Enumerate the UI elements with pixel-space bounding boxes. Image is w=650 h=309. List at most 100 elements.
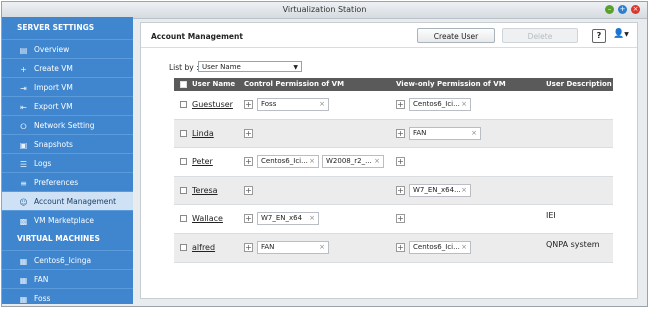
remove-tag-icon[interactable]: × <box>319 99 325 110</box>
vm-tag-label: FAN <box>261 242 275 251</box>
remove-tag-icon[interactable]: × <box>461 242 467 253</box>
add-permission-icon[interactable]: + <box>244 185 253 195</box>
list-by-value: User Name <box>202 63 241 71</box>
table-header: User Name Control Permission of VM View-… <box>174 78 613 91</box>
sidebar-item[interactable]: ⇤ Export VM <box>2 96 133 115</box>
sidebar-item-label: Snapshots <box>34 140 73 149</box>
chevron-down-icon: ▼ <box>293 64 298 71</box>
sidebar-item[interactable]: ☺ Account Management <box>2 191 133 210</box>
sidebar-item-label: Centos6_Icinga <box>34 256 92 265</box>
sidebar-item[interactable]: + Create VM <box>2 58 133 77</box>
sidebar-item-label: Export VM <box>34 102 73 111</box>
user-menu-button[interactable]: 👤▼ <box>613 29 629 39</box>
sidebar: SERVER SETTINGS ▤ Overview + Create VM ⇥ Impor… <box>2 17 133 304</box>
sidebar-item-label: Import VM <box>34 83 73 92</box>
add-permission-icon[interactable]: + <box>396 100 405 109</box>
delete-button[interactable]: Delete <box>502 28 578 43</box>
user-name-link[interactable]: Teresa <box>192 186 218 195</box>
vm-tag: Centos6_Ici... × <box>409 240 471 254</box>
sidebar-item[interactable]: ▤ Overview <box>2 39 133 58</box>
row-checkbox[interactable] <box>180 215 187 223</box>
sidebar-item-label: VM Marketplace <box>34 216 94 225</box>
add-permission-icon[interactable]: + <box>396 242 405 252</box>
close-button[interactable]: × <box>631 5 640 14</box>
sidebar-item[interactable]: ▦ FAN <box>2 269 133 288</box>
divider <box>141 47 637 48</box>
minimize-button[interactable]: – <box>605 5 614 14</box>
sidebar-item-label: FAN <box>34 275 49 284</box>
row-checkbox[interactable] <box>180 186 187 194</box>
sidebar-item[interactable]: ⭘ Network Setting <box>2 115 133 134</box>
row-checkbox[interactable] <box>180 158 187 166</box>
add-permission-icon[interactable]: + <box>396 185 405 195</box>
add-permission-icon[interactable]: + <box>244 157 253 167</box>
overview-icon: ▤ <box>19 46 28 55</box>
vm-tag-label: Foss <box>261 100 277 108</box>
vm-tag-label: FAN <box>413 128 427 137</box>
vm-icon: ▦ <box>19 276 28 285</box>
add-permission-icon[interactable]: + <box>244 128 253 138</box>
list-by-label: List by : <box>169 63 199 72</box>
network-icon: ⭘ <box>20 122 27 131</box>
user-name-link[interactable]: Linda <box>192 129 214 138</box>
user-name-link[interactable]: Wallace <box>192 214 223 223</box>
vm-tag: FAN × <box>257 240 329 254</box>
vm-tag-label: Centos6_Ici... <box>413 100 460 108</box>
col-control-permission: Control Permission of VM <box>244 80 345 88</box>
remove-tag-icon[interactable]: × <box>374 156 380 167</box>
sidebar-item[interactable]: ☰ Logs <box>2 153 133 172</box>
remove-tag-icon[interactable]: × <box>461 99 467 110</box>
add-permission-icon[interactable]: + <box>396 214 405 224</box>
sidebar-item[interactable]: ≡ Preferences <box>2 172 133 191</box>
create-user-button[interactable]: Create User <box>417 28 495 43</box>
add-permission-icon[interactable]: + <box>244 214 253 224</box>
list-by-select[interactable]: User Name ▼ <box>198 61 302 72</box>
user-name-link[interactable]: Guestuser <box>192 100 233 109</box>
sidebar-item-label: Create VM <box>34 64 73 73</box>
sidebar-section-heading: VIRTUAL MACHINES <box>17 234 100 243</box>
sidebar-item[interactable]: ▦ Centos6_Icinga <box>2 250 133 269</box>
maximize-button[interactable]: + <box>618 5 627 14</box>
user-description: QNPA system <box>546 239 600 249</box>
import-icon: ⇥ <box>20 84 27 93</box>
user-description: IEI <box>546 211 556 221</box>
vm-tag-label: W7_EN_x64 <box>261 214 303 223</box>
add-permission-icon[interactable]: + <box>244 242 253 252</box>
users-icon: ☺ <box>19 198 28 207</box>
vm-icon: ▦ <box>19 257 28 266</box>
remove-tag-icon[interactable]: × <box>309 213 315 224</box>
help-button[interactable]: ? <box>592 29 606 43</box>
main-panel: Account Management Create User Delete ? … <box>140 22 638 299</box>
row-checkbox[interactable] <box>180 243 187 251</box>
vm-icon: ▦ <box>19 295 28 304</box>
sidebar-item-label: Preferences <box>34 178 79 187</box>
remove-tag-icon[interactable]: × <box>471 128 477 139</box>
vm-tag-label: Centos6_Ici... <box>413 242 460 251</box>
remove-tag-icon[interactable]: × <box>309 156 315 167</box>
col-user-description: User Description <box>546 80 612 88</box>
add-permission-icon[interactable]: + <box>396 157 405 167</box>
vm-tag: W7_EN_x64 × <box>257 212 319 226</box>
user-name-link[interactable]: alfred <box>192 243 215 252</box>
table-row: Guestuser + Foss × + Centos6_Ici... × <box>174 91 613 120</box>
page-title: Account Management <box>151 32 243 41</box>
add-permission-icon[interactable]: + <box>396 128 405 138</box>
row-checkbox[interactable] <box>180 101 187 108</box>
window-title: Virtualization Station <box>282 5 367 14</box>
vm-tag: Centos6_Ici... × <box>409 98 471 111</box>
sidebar-item[interactable]: ⇥ Import VM <box>2 77 133 96</box>
sidebar-item-label: Foss <box>34 294 51 303</box>
remove-tag-icon[interactable]: × <box>461 185 467 196</box>
add-permission-icon[interactable]: + <box>244 100 253 109</box>
user-name-link[interactable]: Peter <box>192 157 213 166</box>
vm-tag: FAN × <box>409 126 481 140</box>
sidebar-item[interactable]: ▣ Snapshots <box>2 134 133 153</box>
sidebar-item-label: Account Management <box>34 197 117 206</box>
sidebar-item[interactable]: ▦ Foss <box>2 288 133 307</box>
preferences-icon: ≡ <box>20 179 27 188</box>
sidebar-item[interactable]: ▩ VM Marketplace <box>2 210 133 229</box>
row-checkbox[interactable] <box>180 129 187 137</box>
remove-tag-icon[interactable]: × <box>319 242 325 253</box>
sidebar-item-label: Network Setting <box>34 121 95 130</box>
select-all-checkbox[interactable] <box>180 81 187 88</box>
